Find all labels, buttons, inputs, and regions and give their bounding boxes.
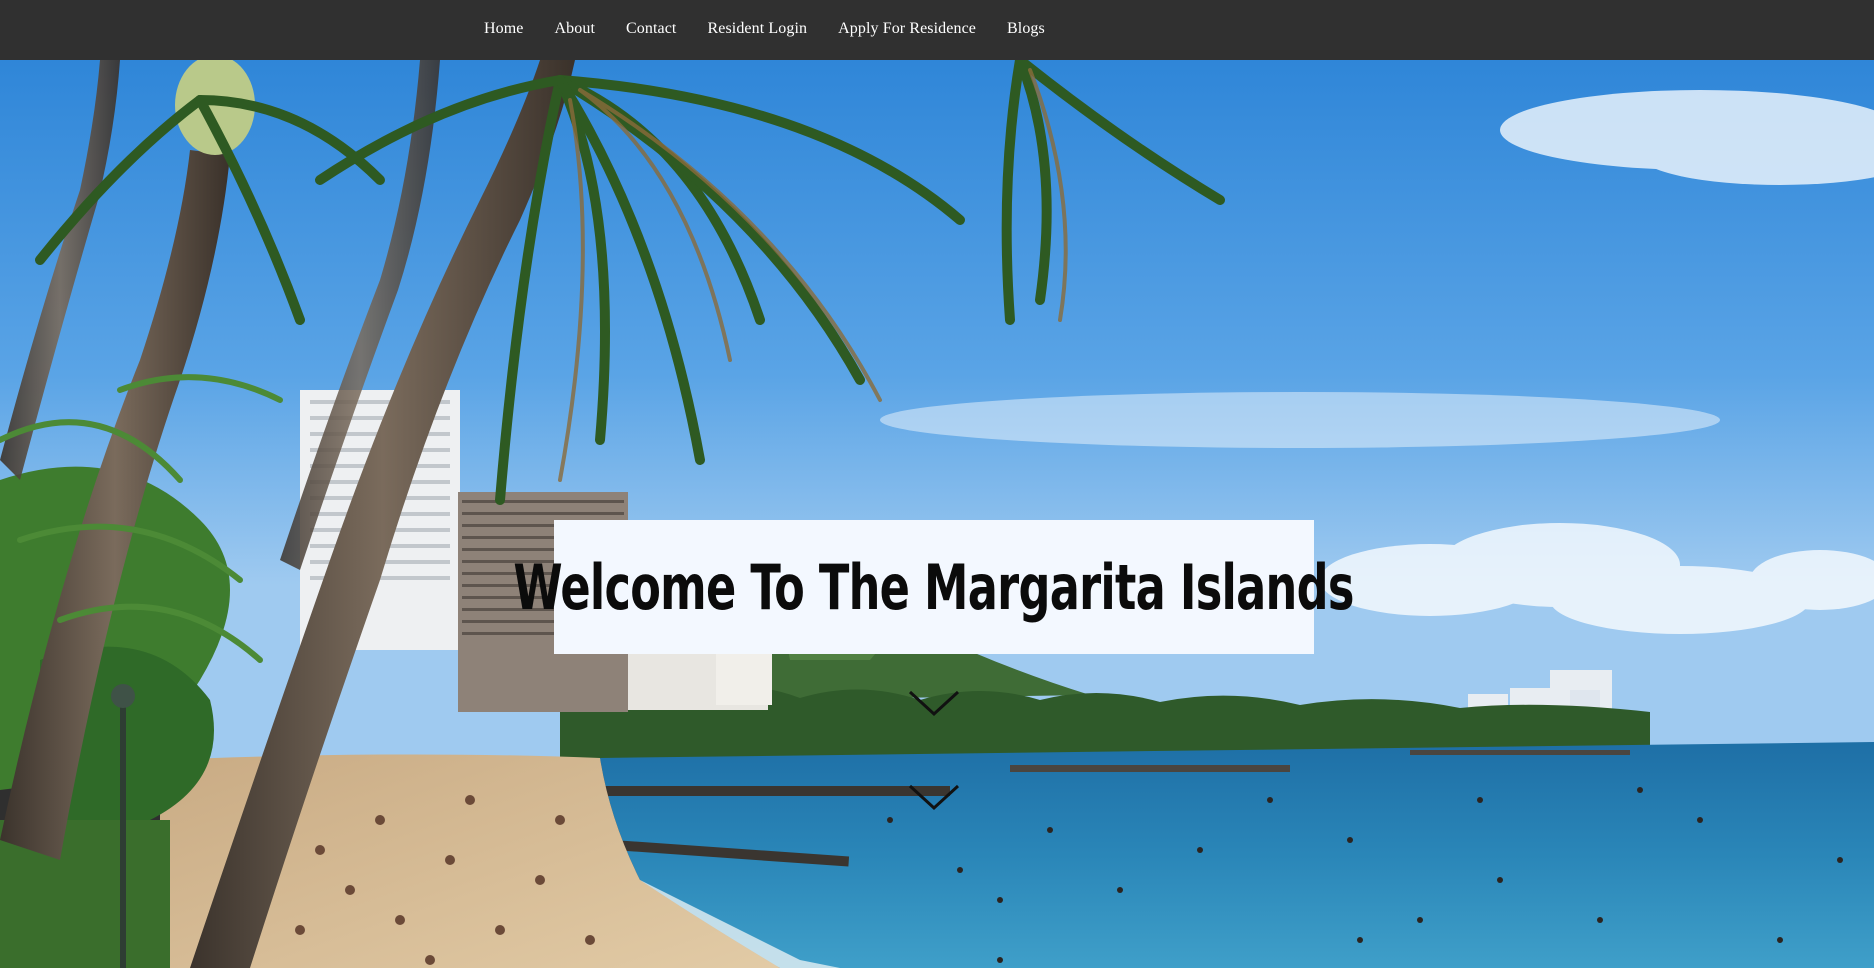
hero-title-banner: Welcome To The Margarita Islands (514, 520, 1355, 654)
nav-links: Home About Contact Resident Login Apply … (484, 0, 1045, 56)
nav-home-link[interactable]: Home (484, 20, 524, 37)
hero-title: Welcome To The Margarita Islands (513, 550, 1355, 624)
nav-resident-login-link[interactable]: Resident Login (707, 20, 807, 37)
chevron-down-icon[interactable] (906, 688, 962, 718)
hero-section: Welcome To The Margarita Islands (0, 60, 1874, 968)
hero-background-image (0, 60, 1874, 968)
nav-contact-link[interactable]: Contact (626, 20, 676, 37)
nav-about-link[interactable]: About (555, 20, 596, 37)
top-navbar: Home About Contact Resident Login Apply … (0, 0, 1874, 60)
nav-apply-for-residence-link[interactable]: Apply For Residence (838, 20, 976, 37)
chevron-down-icon[interactable] (906, 782, 962, 812)
nav-blogs-link[interactable]: Blogs (1007, 20, 1045, 37)
